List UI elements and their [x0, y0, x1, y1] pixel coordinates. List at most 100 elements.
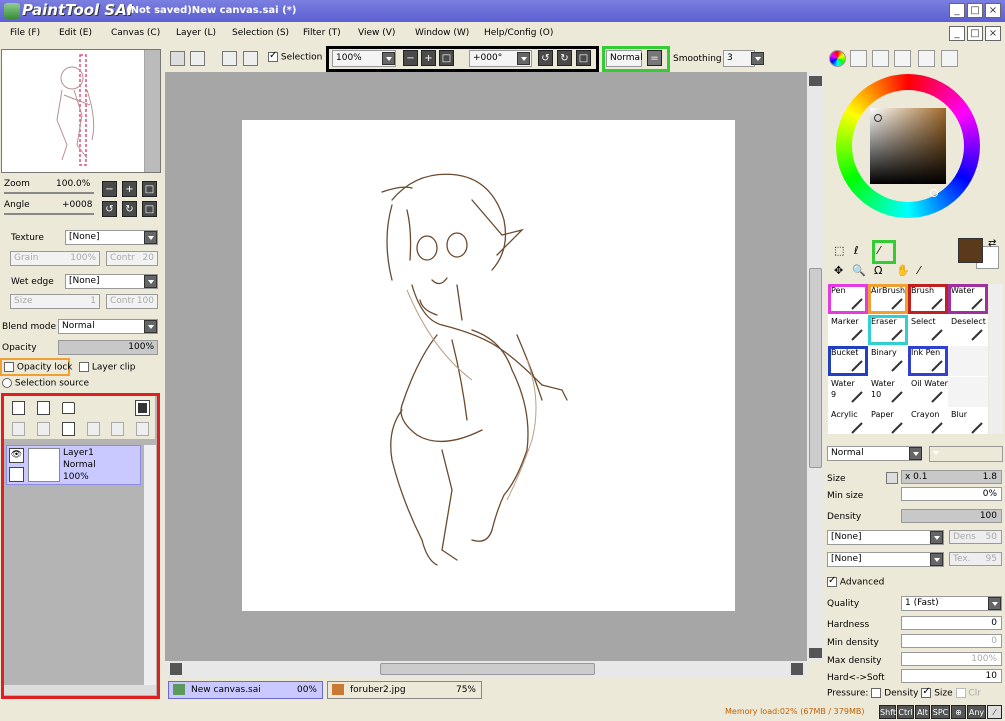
quality-dropdown[interactable]: 1 (Fast) — [901, 596, 1002, 611]
tool-blur[interactable]: Blur — [948, 408, 988, 438]
flip-button[interactable]: = — [647, 50, 662, 66]
rotate-right-button[interactable]: ↻ — [557, 50, 572, 66]
tex-field[interactable]: Tex. 95 — [949, 552, 1002, 566]
nav-rotate-reset-button[interactable]: □ — [142, 201, 157, 217]
menu-selection[interactable]: Selection (S) — [232, 28, 289, 38]
magic-wand-icon[interactable]: ⁄ — [878, 244, 880, 257]
canvas-area[interactable] — [165, 72, 808, 661]
chevron-down-icon[interactable] — [751, 52, 764, 65]
hard-soft-slider[interactable]: 10 — [901, 669, 1002, 683]
tool-binary[interactable]: Binary — [868, 346, 908, 376]
tool-brush[interactable]: Brush — [908, 284, 948, 314]
zoom-in-button[interactable]: + — [421, 50, 436, 66]
eyedropper-icon[interactable]: ⁄ — [918, 264, 920, 277]
opacity-slider[interactable]: 100% — [58, 340, 158, 355]
tab-foruber2[interactable]: foruber2.jpg 75% — [327, 681, 482, 699]
canvas-v-scrollbar[interactable] — [807, 72, 824, 661]
texture-contr-field[interactable]: Contr 20 — [106, 251, 158, 266]
pressure-density-checkbox[interactable] — [871, 688, 882, 698]
hsv-slider-tab-icon[interactable] — [872, 50, 889, 67]
tool-select[interactable]: Select — [908, 315, 948, 345]
brush-texture-dropdown[interactable]: [None] — [827, 530, 944, 545]
user-swatch-tab-icon[interactable] — [941, 50, 958, 67]
zoom-out-button[interactable]: − — [403, 50, 418, 66]
max-density-slider[interactable]: 100% — [901, 652, 1002, 666]
chevron-down-icon[interactable] — [144, 231, 157, 244]
tab-new-canvas[interactable]: New canvas.sai 00% — [168, 681, 323, 699]
tool-water-10[interactable]: Water 10 — [868, 377, 908, 407]
tool-water[interactable]: Water — [948, 284, 988, 314]
nav-zoom-out-button[interactable]: − — [102, 181, 117, 197]
menu-help-config[interactable]: Help/Config (O) — [484, 28, 553, 38]
menu-layer[interactable]: Layer (L) — [176, 28, 216, 38]
angle-slider[interactable] — [4, 213, 94, 215]
tool-eraser[interactable]: Eraser — [868, 315, 908, 345]
size-slider[interactable]: x 0.1 1.8 — [901, 470, 1002, 484]
tool-crayon[interactable]: Crayon — [908, 408, 948, 438]
selection-source-radio[interactable] — [2, 378, 12, 388]
chevron-down-icon[interactable] — [517, 52, 530, 65]
size-multiplier-button[interactable] — [886, 472, 898, 484]
scroll-down-icon[interactable] — [809, 648, 822, 658]
brush-blend-dropdown[interactable]: Normal — [827, 446, 922, 461]
paper[interactable] — [242, 120, 735, 611]
brush-shape-selector[interactable] — [929, 446, 1003, 462]
zoom-value[interactable]: 100.0% — [56, 179, 90, 189]
chevron-down-icon[interactable] — [988, 597, 1001, 610]
scroll-left-icon[interactable] — [170, 663, 182, 675]
tool-water-9[interactable]: Water 9 — [828, 377, 868, 407]
tool-grid-scrollbar[interactable] — [989, 284, 1003, 434]
density-slider[interactable]: 100 — [901, 509, 1002, 523]
tool-paper[interactable]: Paper — [868, 408, 908, 438]
tool-ink-pen[interactable]: Ink Pen — [908, 346, 948, 376]
angle-value[interactable]: +0008 — [62, 200, 92, 210]
tool-airbrush[interactable]: AirBrush — [868, 284, 908, 314]
pressure-size-checkbox[interactable] — [921, 686, 932, 698]
tool-pen[interactable]: Pen — [828, 284, 868, 314]
menu-view[interactable]: View (V) — [358, 28, 395, 38]
opacity-lock-checkbox[interactable] — [4, 362, 14, 372]
rgb-slider-tab-icon[interactable] — [850, 50, 867, 67]
zoom-tool-icon[interactable]: 🔍 — [852, 264, 866, 277]
close-button[interactable]: × — [985, 3, 1001, 18]
chevron-down-icon[interactable] — [930, 531, 943, 544]
min-density-slider[interactable]: 0 — [901, 634, 1002, 648]
zoom-slider[interactable] — [4, 192, 94, 194]
hardness-slider[interactable]: 0 — [901, 616, 1002, 630]
doc-maximize-button[interactable]: □ — [967, 26, 983, 41]
hand-icon[interactable]: ✋ — [896, 264, 910, 277]
color-wheel[interactable] — [836, 74, 980, 218]
chevron-down-icon[interactable] — [144, 275, 157, 288]
color-picker-cursor[interactable] — [930, 189, 938, 197]
hue-cursor[interactable] — [874, 114, 882, 122]
maximize-button[interactable]: □ — [967, 3, 983, 18]
menu-canvas[interactable]: Canvas (C) — [111, 28, 160, 38]
invert-selection-icon[interactable] — [243, 51, 258, 66]
menu-edit[interactable]: Edit (E) — [59, 28, 92, 38]
color-wheel-tab-icon[interactable] — [829, 50, 846, 67]
scratchpad-tab-icon[interactable] — [918, 50, 935, 67]
minimize-button[interactable]: _ — [949, 3, 965, 18]
dens-field[interactable]: Dens 50 — [949, 530, 1002, 544]
selection-checkbox[interactable] — [268, 50, 278, 62]
doc-minimize-button[interactable]: _ — [949, 26, 965, 41]
tool-marker[interactable]: Marker — [828, 315, 868, 345]
undo-icon[interactable] — [170, 51, 185, 66]
redo-icon[interactable] — [190, 51, 205, 66]
rect-select-icon[interactable]: ⬚ — [834, 244, 844, 257]
min-size-slider[interactable]: 0% — [901, 487, 1002, 501]
scroll-up-icon[interactable] — [809, 76, 822, 86]
rotate-tool-icon[interactable]: Ω — [874, 264, 882, 277]
rotate-left-button[interactable]: ↺ — [538, 50, 553, 66]
wet-contr-field[interactable]: Contr 100 — [106, 294, 158, 309]
v-scroll-thumb[interactable] — [809, 268, 822, 468]
nav-zoom-in-button[interactable]: + — [122, 181, 137, 197]
navigator-thumbnail[interactable] — [2, 50, 144, 172]
navigator-scrollbar[interactable] — [145, 50, 160, 172]
chevron-down-icon[interactable] — [382, 52, 395, 65]
brush-shape-dropdown[interactable]: [None] — [827, 552, 944, 567]
advanced-checkbox[interactable] — [827, 575, 837, 587]
menu-file[interactable]: File (F) — [10, 28, 40, 38]
chevron-down-icon[interactable] — [144, 320, 157, 333]
navigator-panel[interactable] — [1, 49, 161, 173]
